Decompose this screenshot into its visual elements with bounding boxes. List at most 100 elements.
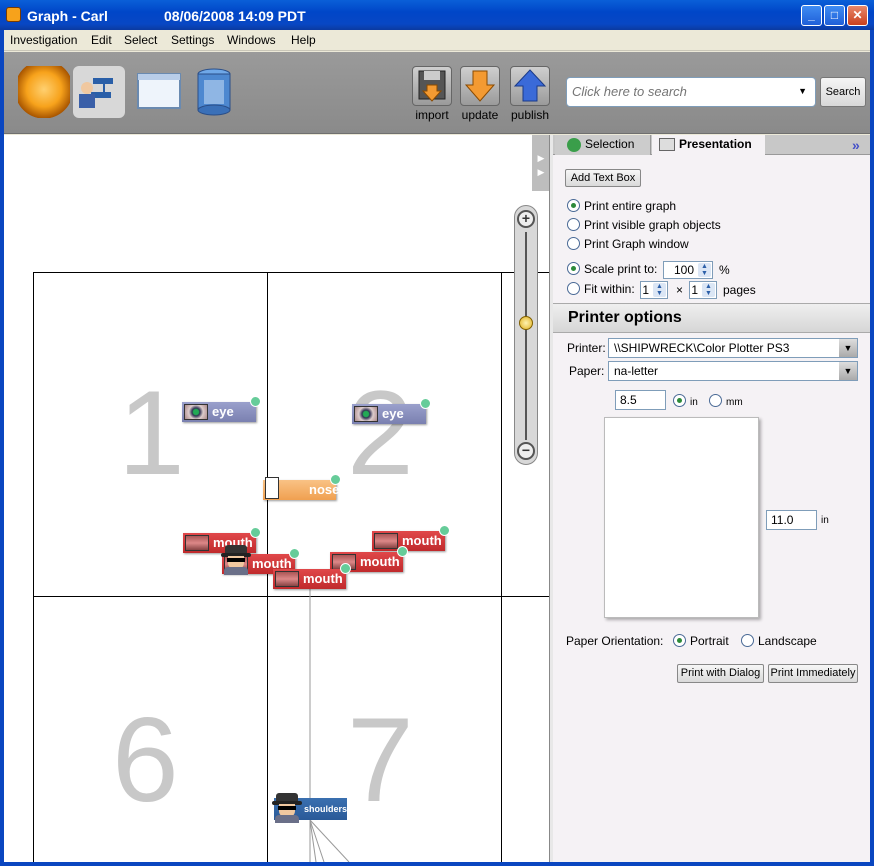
database-icon[interactable] (188, 66, 240, 118)
menu-edit[interactable]: Edit (91, 33, 112, 47)
graph-canvas[interactable]: 1 2 6 7 eye eye nose mouth mouth mouth m… (4, 135, 550, 862)
tab-label: Presentation (679, 137, 752, 151)
menu-help[interactable]: Help (291, 33, 316, 47)
unit-mm-option[interactable]: mm (709, 394, 743, 408)
spinner-arrows-icon[interactable]: ▲ ▼ (698, 263, 711, 277)
fit-times: × (676, 283, 684, 297)
zoom-in-icon[interactable]: + (517, 210, 535, 228)
status-badge (420, 398, 431, 409)
node-mouth[interactable]: mouth (273, 563, 351, 589)
radio-button[interactable] (709, 394, 722, 407)
option-label: Scale print to: (584, 262, 658, 276)
fit-x-value: 1 (642, 283, 649, 297)
search-button[interactable]: Search (820, 77, 866, 107)
scale-print-option[interactable]: Scale print to: (567, 262, 657, 276)
node-eye[interactable]: eye (352, 398, 431, 424)
fit-within-option[interactable]: Fit within: (567, 282, 635, 296)
option-label: Print Graph window (584, 237, 689, 251)
zoom-track[interactable] (525, 232, 527, 440)
radio-button[interactable] (567, 282, 580, 295)
expand-panel-icon[interactable]: » (852, 137, 868, 153)
publish-label: publish (510, 108, 550, 122)
menu-windows[interactable]: Windows (227, 33, 276, 47)
update-icon[interactable] (460, 66, 500, 106)
portrait-option[interactable]: Portrait (673, 634, 729, 648)
panel-tabs: Selection Presentation » (553, 135, 870, 155)
add-text-box-button[interactable]: Add Text Box (565, 169, 641, 187)
printer-value: \\SHIPWRECK\Color Plotter PS3 (614, 341, 790, 355)
collapse-panel-button[interactable]: ▶ ▶ (532, 135, 549, 191)
chevron-down-icon[interactable]: ▼ (839, 362, 857, 380)
paper-value: na-letter (614, 364, 659, 378)
print-entire-option[interactable]: Print entire graph (567, 199, 676, 213)
radio-button[interactable] (673, 634, 686, 647)
home-icon[interactable] (18, 66, 70, 118)
radio-button[interactable] (567, 218, 580, 231)
zoom-out-icon[interactable]: − (517, 442, 535, 460)
search-input[interactable] (572, 84, 782, 99)
window-title: Graph - Carl (27, 8, 108, 24)
landscape-option[interactable]: Landscape (741, 634, 817, 648)
app-icon (6, 7, 21, 22)
tab-presentation[interactable]: Presentation (652, 135, 765, 155)
menu-investigation[interactable]: Investigation (10, 33, 77, 47)
paper-select[interactable]: na-letter ▼ (608, 361, 858, 381)
maximize-button[interactable]: □ (824, 5, 845, 26)
person-icon[interactable] (272, 793, 302, 823)
radio-button[interactable] (567, 237, 580, 250)
search-dropdown-icon[interactable]: ▼ (798, 86, 807, 96)
eye-thumbnail (354, 406, 378, 422)
menu-settings[interactable]: Settings (171, 33, 214, 47)
window-view-icon[interactable] (134, 66, 186, 118)
tab-selection[interactable]: Selection (555, 135, 651, 155)
node-mouth[interactable]: mouth (372, 525, 450, 551)
fit-x-spinner[interactable]: 1 ▲ ▼ (640, 281, 668, 299)
window-datetime: 08/06/2008 14:09 PDT (164, 8, 306, 24)
status-badge (340, 563, 351, 574)
status-badge (330, 474, 341, 485)
person-icon[interactable] (221, 545, 251, 575)
node-nose[interactable]: nose (263, 474, 341, 500)
zoom-slider[interactable]: + − (514, 205, 538, 465)
search-field[interactable]: ▼ (566, 77, 816, 107)
node-label: eye (212, 404, 234, 419)
status-badge (397, 546, 408, 557)
option-label: Print entire graph (584, 199, 677, 213)
fit-y-spinner[interactable]: 1 ▲ ▼ (689, 281, 717, 299)
option-label: Print visible graph objects (584, 218, 721, 232)
unit-in-option[interactable]: in (673, 394, 698, 408)
fit-y-value: 1 (691, 283, 698, 297)
chevron-down-icon[interactable]: ▼ (839, 339, 857, 357)
radio-button[interactable] (567, 262, 580, 275)
publish-icon[interactable] (510, 66, 550, 106)
selection-icon (567, 138, 581, 152)
scale-spinner[interactable]: 100 ▲ ▼ (663, 261, 713, 279)
print-with-dialog-button[interactable]: Print with Dialog (677, 664, 764, 683)
graph-view-icon[interactable] (73, 66, 125, 118)
menu-select[interactable]: Select (124, 33, 157, 47)
print-window-option[interactable]: Print Graph window (567, 237, 689, 251)
eye-thumbnail (184, 404, 208, 420)
close-button[interactable]: ✕ (847, 5, 868, 26)
presentation-panel: Selection Presentation » Add Text Box Pr… (553, 135, 870, 862)
zoom-knob[interactable] (519, 316, 533, 330)
node-eye[interactable]: eye (182, 396, 261, 422)
node-label: mouth (303, 571, 343, 586)
printer-select[interactable]: \\SHIPWRECK\Color Plotter PS3 ▼ (608, 338, 858, 358)
paper-width-input[interactable]: 8.5 (615, 390, 666, 410)
radio-button[interactable] (741, 634, 754, 647)
minimize-button[interactable]: _ (801, 5, 822, 26)
print-immediately-button[interactable]: Print Immediately (768, 664, 858, 683)
option-label: in (690, 397, 698, 408)
fit-unit: pages (723, 283, 756, 297)
menu-bar: Investigation Edit Select Settings Windo… (4, 30, 870, 51)
printer-options-header[interactable]: Printer options (553, 303, 870, 333)
paper-height-input[interactable]: 11.0 (766, 510, 817, 530)
spinner-arrows-icon[interactable]: ▲ ▼ (702, 283, 715, 297)
radio-button[interactable] (673, 394, 686, 407)
import-icon[interactable] (412, 66, 452, 106)
radio-button[interactable] (567, 199, 580, 212)
print-visible-option[interactable]: Print visible graph objects (567, 218, 721, 232)
printer-icon (659, 138, 675, 151)
spinner-arrows-icon[interactable]: ▲ ▼ (653, 283, 666, 297)
